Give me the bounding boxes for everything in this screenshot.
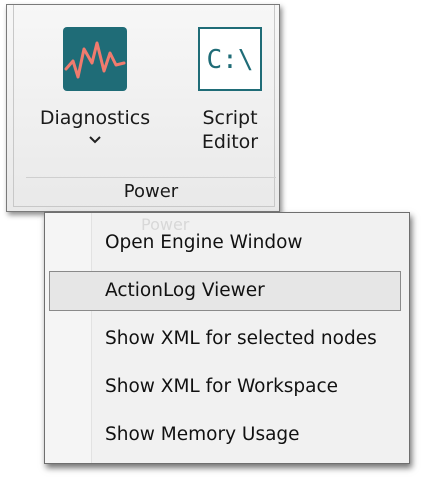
menu-item-show-xml-workspace[interactable]: Show XML for Workspace <box>49 367 401 407</box>
menu-item-show-memory-usage[interactable]: Show Memory Usage <box>49 415 401 455</box>
ribbon-group-body: Diagnostics C:\ Script Editor Power <box>13 5 278 207</box>
group-label: Power <box>123 181 179 202</box>
diagnostics-button[interactable]: Diagnostics <box>36 27 154 145</box>
chevron-down-icon[interactable] <box>88 135 102 145</box>
command-prompt-icon-text: C:\ <box>207 45 254 75</box>
menu-item-show-xml-selected-nodes[interactable]: Show XML for selected nodes <box>49 319 401 359</box>
diagnostics-dropdown-menu: Power Open Engine Window ActionLog Viewe… <box>44 212 410 464</box>
pulse-chart-icon <box>63 27 127 91</box>
group-divider <box>26 177 276 178</box>
screenshot-stage: Diagnostics C:\ Script Editor Power Powe… <box>0 0 422 480</box>
menu-item-open-engine-window[interactable]: Open Engine Window <box>49 223 401 263</box>
diagnostics-label: Diagnostics <box>39 107 151 129</box>
script-label-line1: Script <box>202 107 258 129</box>
command-prompt-icon: C:\ <box>198 27 262 91</box>
script-editor-button[interactable]: C:\ Script Editor <box>182 27 278 154</box>
ribbon-group-power: Diagnostics C:\ Script Editor Power <box>6 4 280 212</box>
menu-item-actionlog-viewer[interactable]: ActionLog Viewer <box>49 271 401 311</box>
script-label-line2: Editor <box>201 131 259 153</box>
